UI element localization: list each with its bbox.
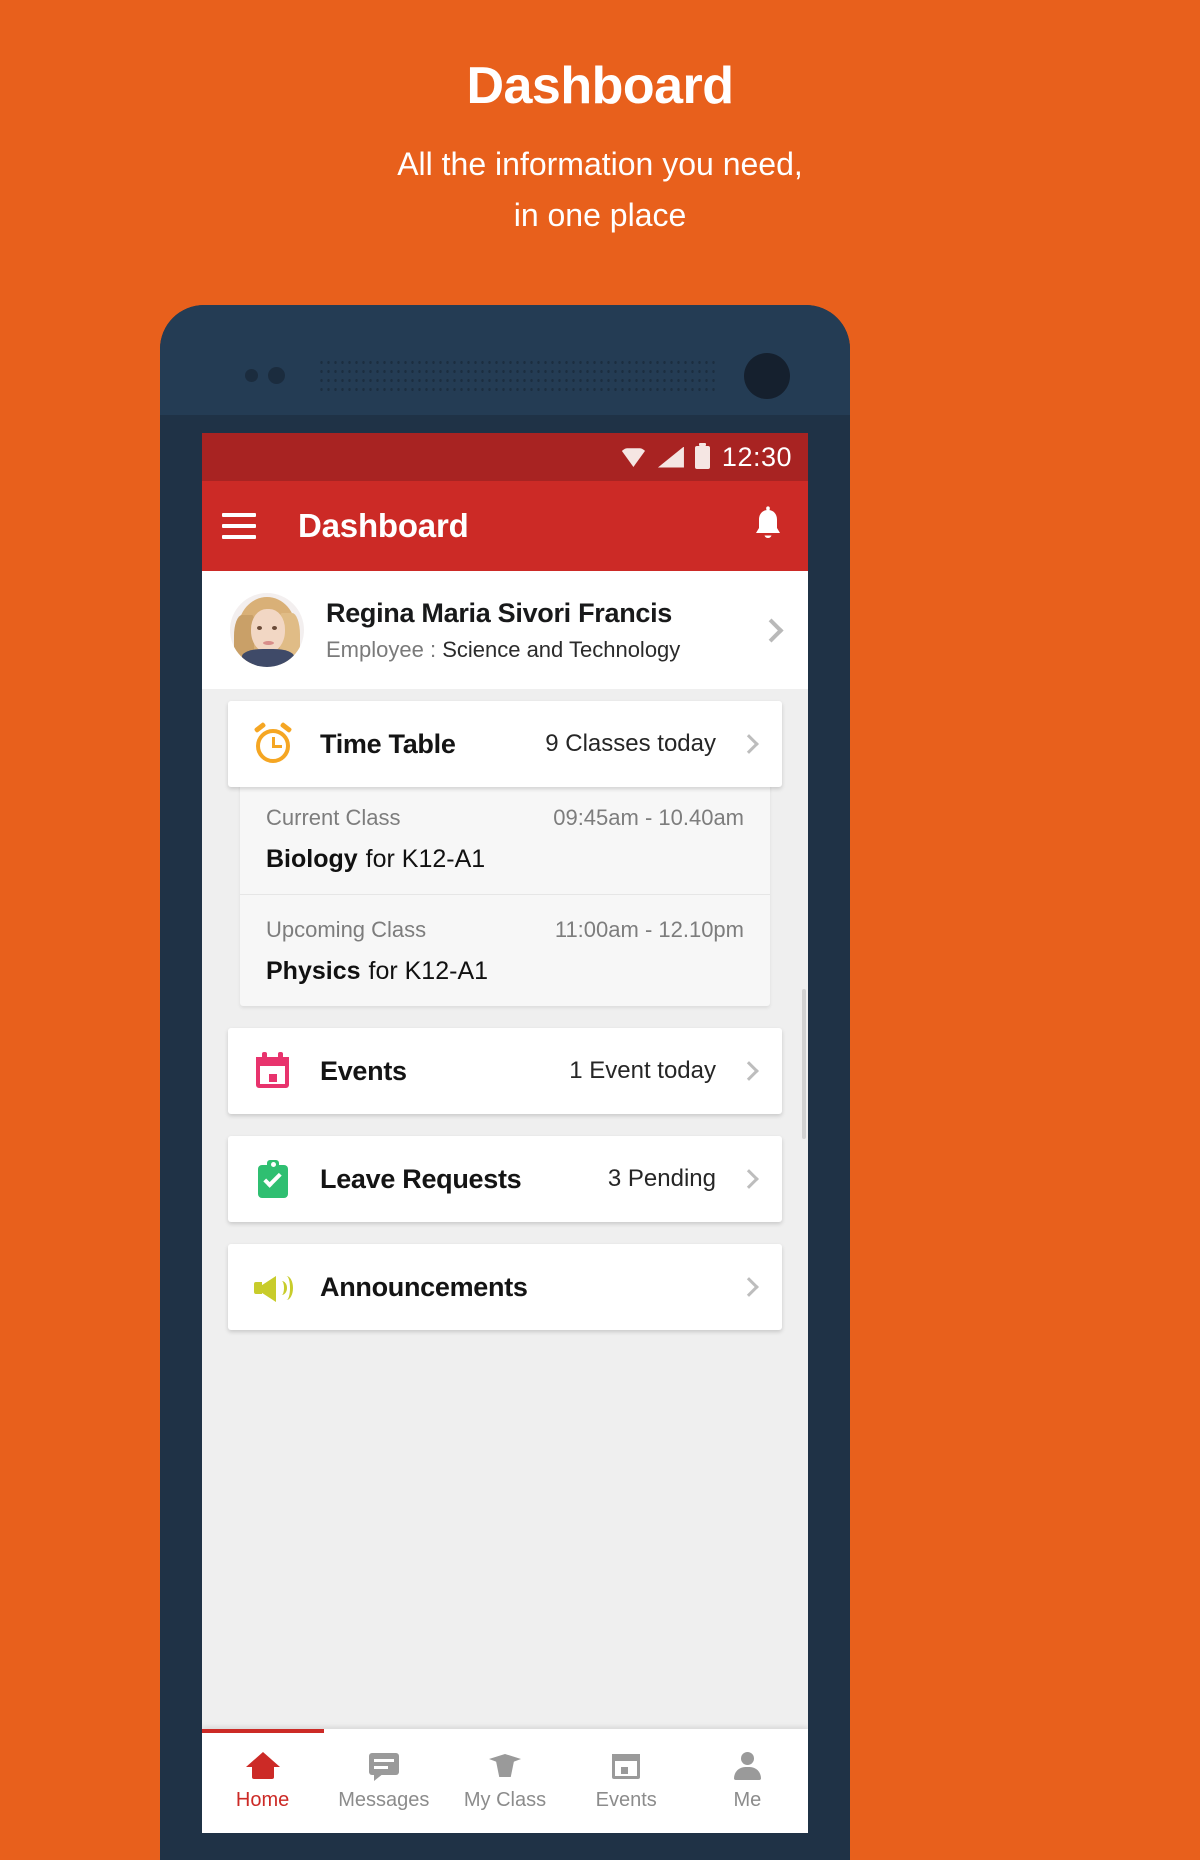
current-class-label: Current Class (266, 805, 401, 830)
chevron-right-icon[interactable] (739, 1277, 759, 1297)
profile-role-value: Science and Technology (442, 636, 681, 662)
calendar-icon (609, 1750, 643, 1780)
profile-role: Employee : Science and Technology (326, 637, 763, 663)
clipboard-check-icon (254, 1160, 292, 1198)
bottom-navigation: Home Messages My Class Events Me (202, 1729, 808, 1833)
upcoming-class-label: Upcoming Class (266, 917, 427, 942)
upcoming-class-subject: Physics (266, 957, 361, 985)
current-class-time: 09:45am - 10.40am (553, 805, 744, 830)
card-title-events: Events (320, 1055, 407, 1086)
status-bar: 12:30 (202, 433, 808, 481)
profile-text: Regina Maria Sivori Francis Employee : S… (326, 598, 763, 663)
wifi-icon (619, 448, 647, 467)
promo-subtitle-line1: All the information you need, (397, 146, 803, 183)
home-icon (245, 1750, 280, 1780)
alarm-clock-icon (253, 721, 293, 763)
upcoming-class-row: Upcoming Class 11:00am - 12.10pm Physics… (240, 894, 770, 1006)
current-class-subject: Biology (266, 845, 358, 873)
bell-icon[interactable] (748, 504, 788, 548)
front-camera-icon (744, 353, 790, 399)
sensor-dot-icon (245, 369, 258, 382)
speaker-grille (318, 358, 716, 392)
phone-bezel-top (160, 305, 850, 415)
sensor-dot-icon (268, 367, 285, 384)
status-bar-icons (619, 442, 710, 469)
chevron-right-icon[interactable] (739, 1061, 759, 1081)
profile-role-label: Employee : (326, 636, 437, 662)
nav-label-my-class: My Class (463, 1789, 547, 1811)
current-class-section: for K12-A1 (365, 845, 486, 873)
chevron-right-icon[interactable] (739, 1169, 759, 1189)
promo-subtitle-line2: in one place (513, 197, 687, 234)
card-meta-events: 1 Event today (569, 1057, 716, 1084)
nav-item-messages[interactable]: Messages (323, 1750, 444, 1812)
status-bar-time: 12:30 (721, 441, 792, 472)
nav-label-events: Events (595, 1789, 657, 1811)
profile-name: Regina Maria Sivori Francis (326, 597, 673, 628)
nav-label-home: Home (235, 1789, 290, 1811)
nav-label-messages: Messages (338, 1789, 430, 1811)
avatar (230, 593, 304, 667)
dashboard-content: Time Table 9 Classes today Current Class… (202, 689, 808, 1833)
card-leave-requests[interactable]: Leave Requests 3 Pending (228, 1136, 782, 1222)
graduation-cap-icon (488, 1750, 522, 1780)
chevron-right-icon[interactable] (759, 617, 784, 643)
nav-item-home[interactable]: Home (202, 1750, 323, 1812)
upcoming-class-time: 11:00am - 12.10pm (554, 917, 744, 942)
nav-item-my-class[interactable]: My Class (444, 1750, 565, 1812)
current-class-row: Current Class 09:45am - 10.40am Biology f… (240, 783, 770, 894)
card-time-table[interactable]: Time Table 9 Classes today (228, 701, 782, 787)
signal-icon (657, 446, 684, 468)
card-title-leave-requests: Leave Requests (320, 1163, 522, 1194)
chevron-right-icon[interactable] (739, 734, 759, 754)
card-title-announcements: Announcements (320, 1271, 528, 1302)
promo-header: Dashboard All the information you need, … (0, 0, 1200, 300)
nav-label-me: Me (733, 1789, 762, 1811)
card-meta-leave-requests: 3 Pending (607, 1165, 716, 1192)
promo-title: Dashboard (466, 57, 734, 115)
nav-active-indicator (202, 1729, 324, 1733)
scrollbar[interactable] (802, 989, 806, 1139)
card-announcements[interactable]: Announcements (228, 1244, 782, 1330)
promo-subtitle: All the information you need, in one pla… (0, 115, 1200, 241)
nav-item-events[interactable]: Events (566, 1750, 687, 1812)
profile-row[interactable]: Regina Maria Sivori Francis Employee : S… (202, 571, 808, 689)
app-bar: Dashboard (202, 481, 808, 571)
card-title-time-table: Time Table (320, 728, 456, 759)
upcoming-class-section: for K12-A1 (368, 957, 489, 985)
timetable-detail-panel: Current Class 09:45am - 10.40am Biology f… (240, 783, 770, 1006)
card-events[interactable]: Events 1 Event today (228, 1028, 782, 1114)
calendar-icon (254, 1052, 292, 1090)
message-icon (367, 1750, 401, 1781)
battery-icon (694, 442, 710, 469)
phone-mockup: 12:30 Dashboard Regina Maria Sivori Fran… (160, 305, 850, 1860)
megaphone-icon (254, 1268, 293, 1306)
hamburger-menu-icon[interactable] (222, 513, 256, 539)
app-bar-title: Dashboard (298, 507, 469, 544)
card-meta-time-table: 9 Classes today (545, 730, 716, 757)
nav-item-me[interactable]: Me (687, 1750, 808, 1812)
phone-screen: 12:30 Dashboard Regina Maria Sivori Fran… (202, 433, 808, 1833)
person-icon (730, 1750, 764, 1780)
